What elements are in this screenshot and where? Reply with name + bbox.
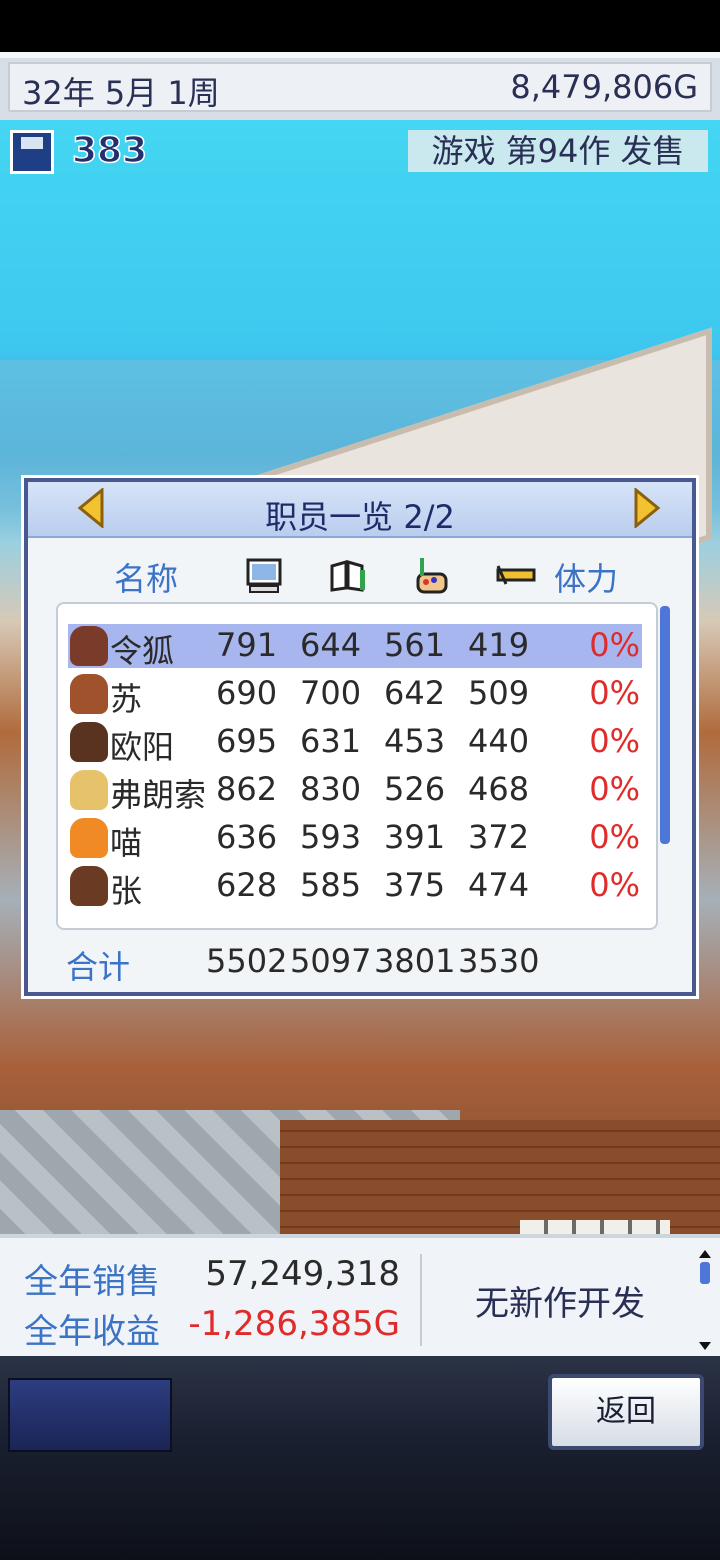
stat-sound: 509 xyxy=(468,674,530,712)
stat-sound: 419 xyxy=(468,626,530,664)
floppy-disk-icon xyxy=(10,130,54,174)
annual-info-panel: 全年销售 57,249,318 全年收益 -1,286,385G 无新作开发 xyxy=(0,1234,720,1360)
stat-scenario: 700 xyxy=(300,674,362,712)
avatar xyxy=(70,818,108,858)
stat-stamina: 0% xyxy=(589,626,640,664)
status-bar: 32年 5月 1周 8,479,806G xyxy=(0,52,720,120)
book-icon[interactable] xyxy=(328,556,368,596)
stat-programming: 695 xyxy=(216,722,278,760)
stat-programming: 628 xyxy=(216,866,278,904)
stat-stamina: 0% xyxy=(589,722,640,760)
total-sound: 3530 xyxy=(458,942,540,980)
stat-scenario: 644 xyxy=(300,626,362,664)
table-row[interactable]: 弗朗索 862 830 526 468 0% xyxy=(68,768,642,814)
total-programming: 5502 xyxy=(206,942,288,980)
funds-amount: 8,479,806G xyxy=(510,68,698,106)
stat-scenario: 593 xyxy=(300,818,362,856)
stat-sound: 440 xyxy=(468,722,530,760)
disk-count: 383 xyxy=(71,129,148,172)
stat-programming: 690 xyxy=(216,674,278,712)
avatar xyxy=(70,626,108,666)
dialog-title: 职员一览 2/2 xyxy=(265,498,455,536)
avatar xyxy=(70,674,108,714)
table-row[interactable]: 欧阳 695 631 453 440 0% xyxy=(68,720,642,766)
staff-name: 张 xyxy=(110,872,143,910)
stat-graphics: 391 xyxy=(384,818,446,856)
stat-graphics: 561 xyxy=(384,626,446,664)
menu-slot[interactable] xyxy=(8,1378,172,1452)
total-label: 合计 xyxy=(66,948,131,986)
stat-programming: 791 xyxy=(216,626,278,664)
next-page-arrow-icon[interactable] xyxy=(628,488,664,528)
staff-name: 弗朗索 xyxy=(110,776,207,814)
stat-stamina: 0% xyxy=(589,866,640,904)
footer-bar: 返回 xyxy=(0,1356,720,1560)
stat-sound: 372 xyxy=(468,818,530,856)
stat-scenario: 830 xyxy=(300,770,362,808)
stat-scenario: 631 xyxy=(300,722,362,760)
top-black-bar xyxy=(0,0,720,52)
staff-list-dialog: 职员一览 2/2 名称 体力 令狐 791 644 561 419 0% 苏 6… xyxy=(24,478,696,996)
stat-stamina: 0% xyxy=(589,770,640,808)
stat-sound: 474 xyxy=(468,866,530,904)
info-scrollbar[interactable] xyxy=(698,1250,712,1350)
table-row[interactable]: 苏 690 700 642 509 0% xyxy=(68,672,642,718)
audio-icon[interactable] xyxy=(496,556,536,596)
release-banner: 游戏 第94作 发售 xyxy=(408,130,708,172)
column-name-header[interactable]: 名称 xyxy=(114,554,178,600)
stat-graphics: 526 xyxy=(384,770,446,808)
avatar xyxy=(70,770,108,810)
annual-profit-value: -1,286,385G xyxy=(188,1304,400,1344)
staff-name: 欧阳 xyxy=(110,728,175,766)
panel-divider xyxy=(420,1254,422,1346)
stat-stamina: 0% xyxy=(589,818,640,856)
annual-sales-label: 全年销售 xyxy=(24,1262,160,1302)
stat-sound: 468 xyxy=(468,770,530,808)
stat-scenario: 585 xyxy=(300,866,362,904)
table-row[interactable]: 张 628 585 375 474 0% xyxy=(68,864,642,910)
dialog-header: 职员一览 2/2 xyxy=(28,482,692,538)
back-button[interactable]: 返回 xyxy=(548,1374,704,1450)
stat-graphics: 375 xyxy=(384,866,446,904)
table-row[interactable]: 令狐 791 644 561 419 0% xyxy=(68,624,642,670)
game-date: 32年 5月 1周 xyxy=(22,74,220,112)
column-stamina-header[interactable]: 体力 xyxy=(554,554,618,600)
list-scrollbar[interactable] xyxy=(660,606,670,844)
total-scenario: 5097 xyxy=(290,942,372,980)
development-status: 无新作开发 xyxy=(475,1284,645,1324)
annual-sales-value: 57,249,318 xyxy=(205,1254,400,1294)
stat-programming: 636 xyxy=(216,818,278,856)
avatar xyxy=(70,866,108,906)
stat-graphics: 453 xyxy=(384,722,446,760)
stat-stamina: 0% xyxy=(589,674,640,712)
stat-programming: 862 xyxy=(216,770,278,808)
computer-icon[interactable] xyxy=(244,556,284,596)
staff-name: 令狐 xyxy=(110,632,175,670)
total-graphics: 3801 xyxy=(374,942,456,980)
staff-name: 苏 xyxy=(110,680,143,718)
avatar xyxy=(70,722,108,762)
paint-icon[interactable] xyxy=(412,556,452,596)
table-row[interactable]: 喵 636 593 391 372 0% xyxy=(68,816,642,862)
annual-profit-label: 全年收益 xyxy=(24,1312,160,1352)
staff-name: 喵 xyxy=(110,824,143,862)
stat-graphics: 642 xyxy=(384,674,446,712)
staff-table[interactable]: 令狐 791 644 561 419 0% 苏 690 700 642 509 … xyxy=(56,602,658,930)
